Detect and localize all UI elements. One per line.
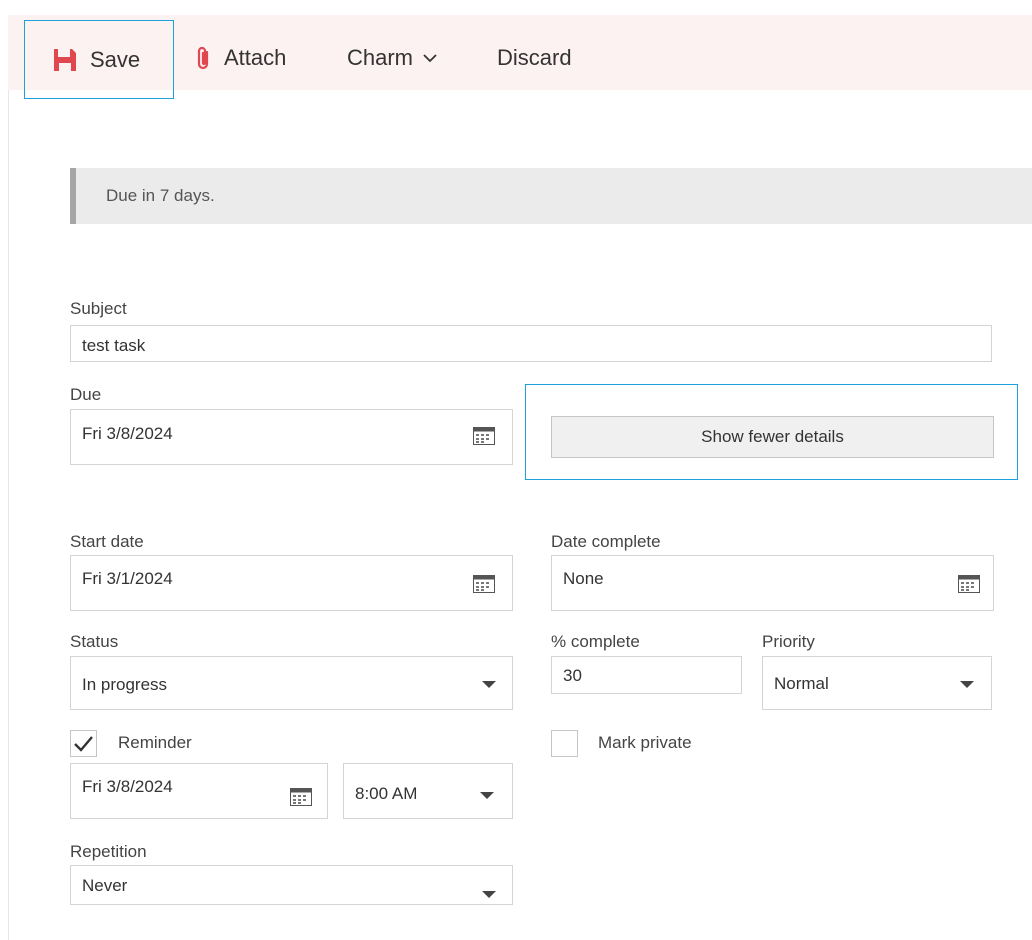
status-select[interactable]: In progress <box>70 656 513 710</box>
save-button[interactable]: Save <box>24 20 174 99</box>
due-label: Due <box>70 385 102 404</box>
reminder-label: Reminder <box>118 733 192 752</box>
repetition-label: Repetition <box>70 842 147 861</box>
percent-complete-input[interactable]: 30 <box>551 656 742 694</box>
date-complete-value: None <box>563 569 604 588</box>
start-date-field[interactable]: Fri 3/1/2024 <box>70 555 513 611</box>
discard-label: Discard <box>497 44 572 70</box>
charm-label: Charm <box>347 44 414 70</box>
repetition-value: Never <box>82 876 128 895</box>
caret-down-icon <box>960 681 974 688</box>
caret-down-icon <box>482 891 496 898</box>
subject-input[interactable]: test task <box>70 325 992 362</box>
repetition-select[interactable]: Never <box>70 865 513 905</box>
calendar-icon[interactable] <box>473 427 495 445</box>
due-date-value: Fri 3/8/2024 <box>82 424 173 443</box>
priority-label: Priority <box>762 632 815 651</box>
checkmark-icon <box>74 736 93 752</box>
due-date-field[interactable]: Fri 3/8/2024 <box>70 409 513 465</box>
reminder-time-select[interactable]: 8:00 AM <box>343 763 513 819</box>
priority-value: Normal <box>774 674 829 693</box>
chevron-down-icon <box>423 53 437 63</box>
due-banner: Due in 7 days. <box>70 168 1032 224</box>
caret-down-icon <box>480 792 494 799</box>
calendar-icon[interactable] <box>473 575 495 593</box>
paperclip-icon <box>196 45 212 71</box>
calendar-icon[interactable] <box>290 788 312 806</box>
date-complete-field[interactable]: None <box>551 555 994 611</box>
save-icon <box>53 48 77 72</box>
charm-button[interactable]: Charm <box>347 20 437 95</box>
priority-select[interactable]: Normal <box>762 656 992 710</box>
start-date-value: Fri 3/1/2024 <box>82 569 173 588</box>
percent-complete-value: 30 <box>563 666 582 685</box>
discard-button[interactable]: Discard <box>497 20 572 95</box>
show-fewer-details-button[interactable]: Show fewer details <box>551 416 994 458</box>
reminder-checkbox[interactable] <box>70 730 97 757</box>
save-label: Save <box>90 46 141 72</box>
subject-label: Subject <box>70 299 127 318</box>
reminder-date-field[interactable]: Fri 3/8/2024 <box>70 763 328 819</box>
start-date-label: Start date <box>70 532 144 551</box>
attach-label: Attach <box>224 44 287 70</box>
mark-private-label: Mark private <box>598 733 692 752</box>
left-divider <box>8 90 9 940</box>
show-fewer-focus-box: Show fewer details <box>525 384 1018 480</box>
subject-value: test task <box>82 336 146 355</box>
attach-button[interactable]: Attach <box>196 20 286 95</box>
caret-down-icon <box>482 681 496 688</box>
status-label: Status <box>70 632 119 651</box>
calendar-icon[interactable] <box>958 575 980 593</box>
mark-private-checkbox[interactable] <box>551 730 578 757</box>
status-value: In progress <box>82 675 168 694</box>
reminder-time-value: 8:00 AM <box>355 784 418 803</box>
percent-complete-label: % complete <box>551 632 640 651</box>
date-complete-label: Date complete <box>551 532 661 551</box>
show-fewer-details-label: Show fewer details <box>701 427 844 446</box>
due-banner-text: Due in 7 days. <box>106 186 215 205</box>
reminder-date-value: Fri 3/8/2024 <box>82 777 173 796</box>
